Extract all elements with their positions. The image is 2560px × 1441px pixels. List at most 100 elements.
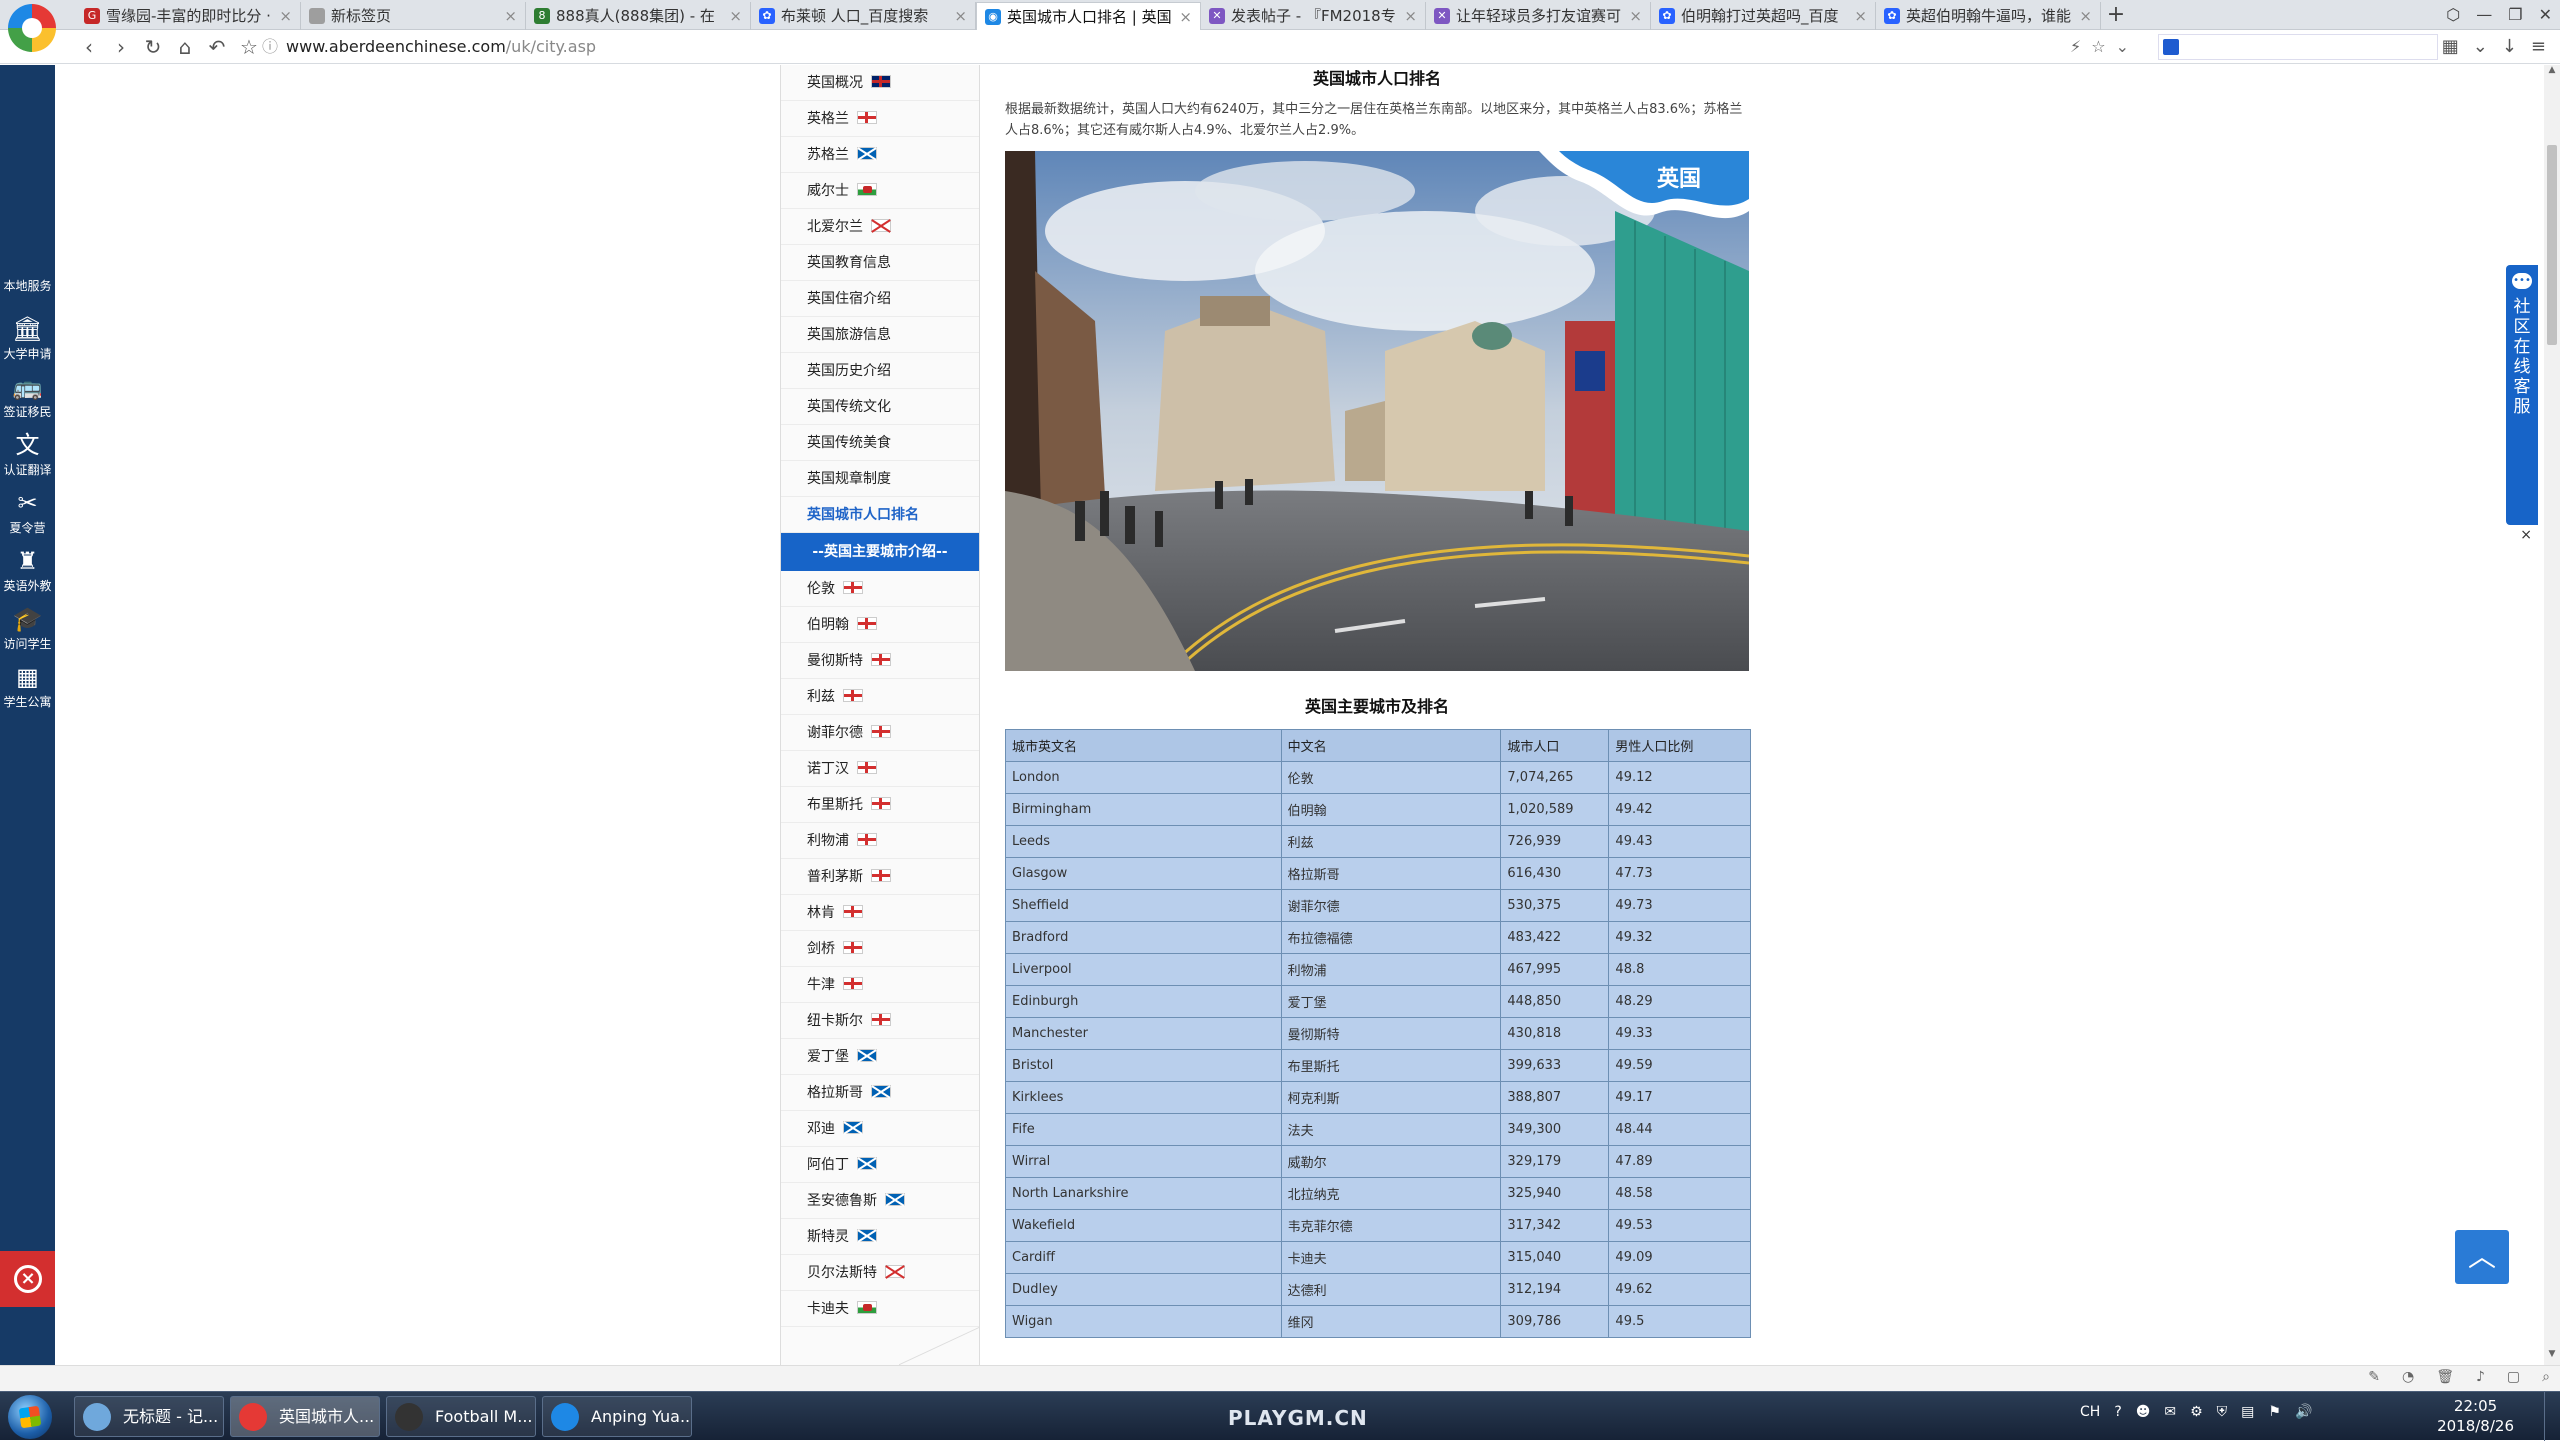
url-field[interactable]: ⓘ www.aberdeenchinese.com/uk/city.asp [262, 34, 2122, 60]
taskbar-app-button[interactable]: Football M... [386, 1396, 536, 1437]
sidebar-item[interactable]: 英国旅游信息 [781, 317, 979, 353]
sidebar-item[interactable]: 邓迪 [781, 1111, 979, 1147]
taskbar-app-button[interactable]: 无标题 - 记... [74, 1396, 224, 1437]
sidebar-item[interactable]: 纽卡斯尔 [781, 1003, 979, 1039]
download-icon[interactable]: ↓ [2502, 34, 2517, 60]
sidebar-item[interactable]: 谢菲尔德 [781, 715, 979, 751]
browser-tab[interactable]: ✕ 让年轻球员多打友谊赛可 × [1426, 2, 1651, 30]
sidebar-item[interactable]: 英国教育信息 [781, 245, 979, 281]
tab-close-icon[interactable]: × [504, 2, 517, 30]
sidebar-item[interactable]: 英国传统文化 [781, 389, 979, 425]
tab-close-icon[interactable]: × [1854, 2, 1867, 30]
browser-tab[interactable]: ✿ 伯明翰打过英超吗_百度 × [1651, 2, 1876, 30]
online-service-tab[interactable]: ••• 社区在线客服 [2506, 265, 2538, 525]
rail-close-button[interactable]: × [0, 1251, 55, 1307]
sidebar-item[interactable]: 英国住宿介绍 [781, 281, 979, 317]
sidebar-item[interactable]: 斯特灵 [781, 1219, 979, 1255]
system-clock[interactable]: 22:05 2018/8/26 [2437, 1396, 2514, 1436]
browser-tab[interactable]: ◉ 英国城市人口排名 | 英国 × [976, 2, 1201, 30]
rail-item[interactable]: ▦ 学生公寓 [0, 663, 55, 710]
sidebar-item[interactable]: 利物浦 [781, 823, 979, 859]
tray-app-icon[interactable]: ☻ [2136, 1404, 2151, 1420]
rail-item[interactable]: ✂ 夏令营 [0, 489, 55, 536]
sidebar-item[interactable]: 英国概况 [781, 65, 979, 101]
flag-icon[interactable]: ⚑ [2268, 1404, 2281, 1420]
network-icon[interactable]: ▤ [2241, 1404, 2254, 1420]
home-icon[interactable]: ⌂ [174, 34, 196, 60]
sidebar-item[interactable]: 伦敦 [781, 571, 979, 607]
search-engine-icon[interactable] [2163, 39, 2179, 55]
tab-close-icon[interactable]: × [2079, 2, 2092, 30]
tab-close-icon[interactable]: × [279, 2, 292, 30]
scroll-thumb[interactable] [2547, 145, 2557, 345]
maximize-button[interactable]: ❐ [2508, 2, 2522, 28]
browser-tab[interactable]: 新标签页 × [301, 2, 526, 30]
scroll-up-icon[interactable]: ▲ [2544, 65, 2560, 81]
lightning-icon[interactable]: ⚡ [2070, 34, 2081, 60]
sidebar-item[interactable]: 圣安德鲁斯 [781, 1183, 979, 1219]
dropdown-icon[interactable]: ⌄ [2116, 34, 2129, 60]
sidebar-item[interactable]: 贝尔法斯特 [781, 1255, 979, 1291]
tab-close-icon[interactable]: × [1404, 2, 1417, 30]
new-tab-button[interactable]: + [2101, 2, 2131, 30]
sidebar-item[interactable]: 牛津 [781, 967, 979, 1003]
taskbar-app-button[interactable]: Anping Yua... [542, 1396, 692, 1437]
sidebar-item[interactable]: 曼彻斯特 [781, 643, 979, 679]
rail-item[interactable]: 🎓 访问学生 [0, 605, 55, 652]
taskbar-app-button[interactable]: 英国城市人... [230, 1396, 380, 1437]
sidebar-item[interactable]: 格拉斯哥 [781, 1075, 979, 1111]
sidebar-item[interactable]: 利兹 [781, 679, 979, 715]
undo-icon[interactable]: ↶ [206, 34, 228, 60]
menu-icon[interactable]: ≡ [2531, 34, 2546, 60]
rail-item[interactable]: 本地服务 [0, 277, 55, 294]
steam-icon[interactable]: ⚙ [2190, 1404, 2203, 1420]
sidebar-item[interactable]: 苏格兰 [781, 137, 979, 173]
rail-item[interactable]: ♜ 英语外教 [0, 547, 55, 594]
sidebar-item[interactable]: 英国规章制度 [781, 461, 979, 497]
browser-tab[interactable]: ✿ 英超伯明翰牛逼吗，谁能 × [1876, 2, 2101, 30]
sidebar-item[interactable]: 爱丁堡 [781, 1039, 979, 1075]
close-window-button[interactable]: ✕ [2539, 2, 2552, 28]
wechat-icon[interactable]: ✉ [2164, 1404, 2176, 1420]
trash-icon[interactable]: 🗑 [2436, 1369, 2454, 1385]
page-info-icon[interactable]: ⓘ [262, 37, 278, 56]
search-input[interactable] [2158, 34, 2438, 60]
browser-tab[interactable]: 8 888真人(888集团) - 在 × [526, 2, 751, 30]
rail-item[interactable]: 🚌 签证移民 [0, 373, 55, 420]
sidebar-item[interactable]: 林肯 [781, 895, 979, 931]
shield-icon[interactable]: ⛨ [2217, 1404, 2228, 1420]
skin-icon[interactable]: ⬡ [2446, 2, 2460, 28]
show-desktop-button[interactable] [2544, 1392, 2560, 1441]
speaker-icon[interactable]: ♪ [2476, 1369, 2485, 1385]
sidebar-item[interactable]: 阿伯丁 [781, 1147, 979, 1183]
sidebar-item[interactable]: 卡迪夫 [781, 1291, 979, 1327]
speed-icon[interactable]: ◔ [2402, 1369, 2414, 1385]
browser-tab[interactable]: G 雪缘园-丰富的即时比分 · × [76, 2, 301, 30]
browser-tab[interactable]: ✿ 布莱顿 人口_百度搜索 × [751, 2, 976, 30]
browser-logo-icon[interactable] [8, 4, 56, 52]
page-scrollbar[interactable]: ▲ ▼ [2544, 65, 2560, 1365]
tab-close-icon[interactable]: × [1179, 3, 1192, 30]
sidebar-item[interactable]: 北爱尔兰 [781, 209, 979, 245]
forward-icon[interactable]: › [110, 34, 132, 60]
start-button[interactable] [8, 1395, 52, 1439]
apps-grid-icon[interactable]: ▦ [2442, 34, 2459, 60]
sidebar-item[interactable]: 英格兰 [781, 101, 979, 137]
back-icon[interactable]: ‹ [78, 34, 100, 60]
sidebar-item[interactable]: 威尔士 [781, 173, 979, 209]
sidebar-item[interactable]: 英国传统美食 [781, 425, 979, 461]
scroll-down-icon[interactable]: ▼ [2544, 1349, 2560, 1365]
sidebar-item[interactable]: 布里斯托 [781, 787, 979, 823]
tab-close-icon[interactable]: × [954, 2, 967, 30]
language-indicator[interactable]: CH [2080, 1404, 2100, 1420]
service-close-icon[interactable]: × [2520, 527, 2532, 543]
browser-tab[interactable]: ✕ 发表帖子 - 『FM2018专 × [1201, 2, 1426, 30]
zoom-icon[interactable]: ⌕ [2542, 1369, 2550, 1385]
volume-icon[interactable]: 🔊 [2295, 1404, 2312, 1420]
sidebar-item[interactable]: 诺丁汉 [781, 751, 979, 787]
tab-close-icon[interactable]: × [729, 2, 742, 30]
chevron-down-icon[interactable]: ⌄ [2473, 34, 2488, 60]
sidebar-item[interactable]: 伯明翰 [781, 607, 979, 643]
help-icon[interactable]: ? [2114, 1404, 2121, 1420]
rail-item[interactable]: 文认证翻译 [0, 431, 55, 478]
